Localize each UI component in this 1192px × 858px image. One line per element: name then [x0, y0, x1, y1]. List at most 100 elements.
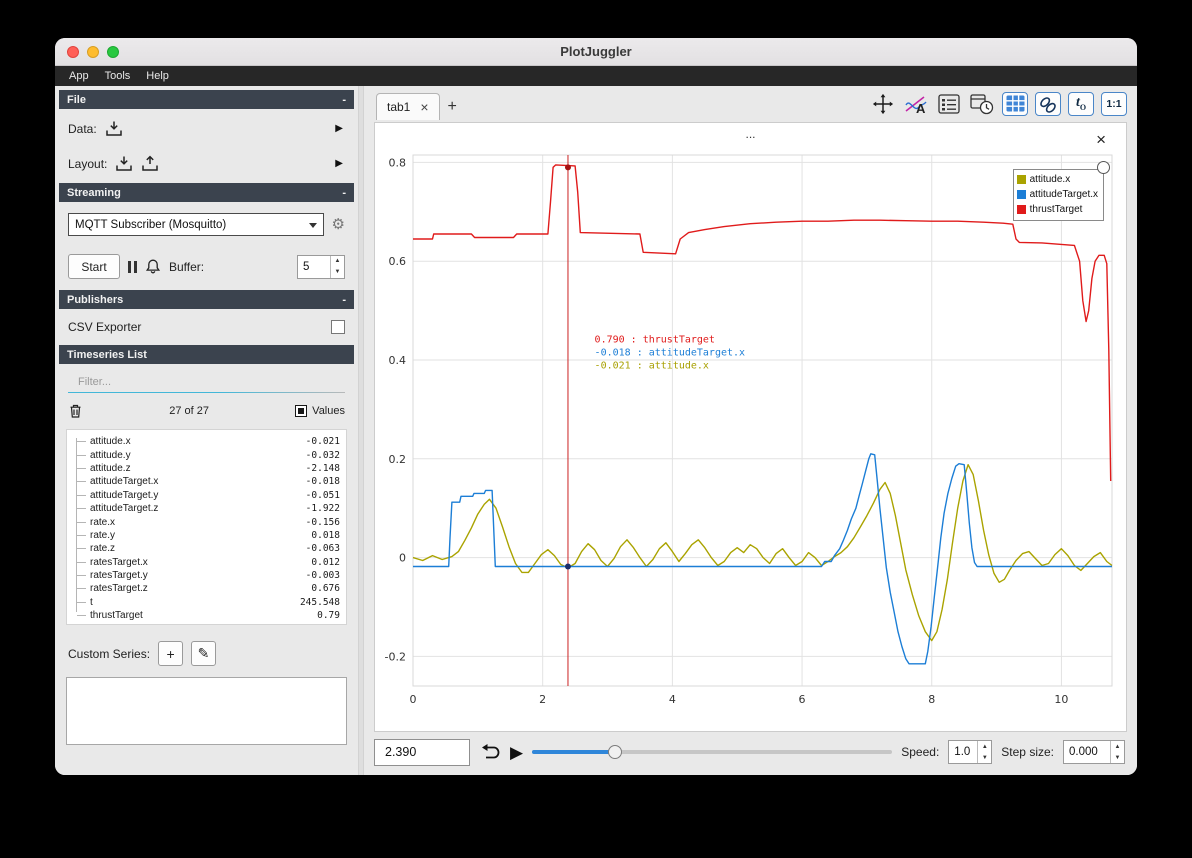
legend[interactable]: attitude.x attitudeTarget.x thrustTarget	[1012, 168, 1104, 221]
tree-branch-icon	[77, 615, 86, 617]
svg-text:-0.018 : attitudeTarget.x: -0.018 : attitudeTarget.x	[595, 347, 746, 358]
link-axes-icon[interactable]	[1035, 91, 1061, 116]
svg-text:6: 6	[799, 693, 806, 706]
datetime-icon[interactable]	[969, 92, 995, 116]
step-size-value: 0.000	[1069, 746, 1098, 759]
csv-exporter-label: CSV Exporter	[68, 320, 142, 334]
collapse-streaming-icon[interactable]: -	[342, 187, 346, 199]
csv-exporter-checkbox[interactable]	[331, 320, 345, 334]
plot-canvas[interactable]: 0 2 4 6 8 10 -0.2 0 0.2 0.4 0.6 0.8 0.790 : thrustT…	[375, 147, 1126, 731]
custom-series-label: Custom Series:	[68, 646, 151, 661]
start-button[interactable]: Start	[68, 254, 120, 279]
series-value: 0.676	[311, 583, 340, 595]
legend-entry[interactable]: attitudeTarget.x	[1016, 187, 1098, 202]
list-item[interactable]: attitudeTarget.x -0.018	[71, 475, 340, 488]
tab-tab1[interactable]: tab1 ×	[376, 92, 440, 120]
list-item[interactable]: t 245.548	[71, 596, 340, 609]
list-item[interactable]: attitude.x -0.021	[71, 435, 340, 448]
step-size-spinbox[interactable]: 0.000 ▲ ▼	[1063, 740, 1125, 765]
step-size-label: Step size:	[1001, 745, 1054, 760]
plot-close-icon[interactable]: ×	[1096, 131, 1106, 148]
slider-thumb[interactable]	[607, 745, 622, 760]
move-icon[interactable]	[870, 92, 896, 116]
maximize-window-button[interactable]	[107, 46, 119, 58]
series-name: attitude.y	[90, 449, 131, 461]
grid-layout-icon[interactable]	[1002, 91, 1028, 116]
list-item[interactable]: attitude.y -0.032	[71, 448, 340, 461]
current-time-field[interactable]: 2.390	[374, 738, 470, 766]
plot-toolbar: A tO 1:1	[870, 91, 1127, 120]
tree-branch-icon	[77, 441, 86, 443]
tab-close-icon[interactable]: ×	[420, 100, 428, 114]
time-slider[interactable]	[532, 742, 893, 762]
layout-menu-arrow-icon[interactable]: ▶	[335, 158, 343, 169]
series-name: thrustTarget	[90, 610, 143, 622]
menu-app[interactable]: App	[61, 66, 97, 86]
collapse-file-icon[interactable]: -	[342, 94, 346, 106]
add-custom-series-button[interactable]: +	[158, 641, 184, 666]
spin-down-icon[interactable]: ▼	[978, 752, 991, 763]
series-name: attitudeTarget.z	[90, 503, 159, 515]
svg-text:-0.021 : attitude.x: -0.021 : attitude.x	[595, 360, 709, 371]
list-item[interactable]: rate.x -0.156	[71, 515, 340, 528]
list-item[interactable]: attitudeTarget.y -0.051	[71, 489, 340, 502]
menu-help[interactable]: Help	[138, 66, 177, 86]
close-window-button[interactable]	[67, 46, 79, 58]
spin-down-icon[interactable]: ▼	[1111, 752, 1124, 763]
spin-up-icon[interactable]: ▲	[331, 256, 344, 267]
values-toggle[interactable]: Values	[295, 405, 345, 417]
section-header-streaming[interactable]: Streaming -	[59, 183, 354, 202]
minimize-window-button[interactable]	[87, 46, 99, 58]
collapse-publishers-icon[interactable]: -	[342, 294, 346, 306]
custom-series-list[interactable]	[66, 677, 347, 745]
data-menu-arrow-icon[interactable]: ▶	[335, 123, 343, 134]
list-item[interactable]: rate.z -0.063	[71, 542, 340, 555]
loop-icon[interactable]	[479, 743, 501, 762]
menu-tools[interactable]: Tools	[97, 66, 139, 86]
series-value: -0.032	[305, 449, 340, 461]
spin-up-icon[interactable]: ▲	[1111, 741, 1124, 752]
tree-branch-icon	[77, 588, 86, 590]
svg-text:0: 0	[399, 551, 406, 564]
tree-branch-icon	[77, 534, 86, 536]
curve-style-icon[interactable]: A	[903, 92, 929, 116]
ratio-1-1-icon[interactable]: 1:1	[1101, 91, 1127, 116]
tree-branch-icon	[77, 467, 86, 469]
add-tab-button[interactable]: +	[444, 98, 465, 120]
section-header-timeseries[interactable]: Timeseries List	[59, 345, 354, 364]
streaming-source-select[interactable]: MQTT Subscriber (Mosquitto)	[68, 213, 324, 236]
bell-icon[interactable]	[145, 258, 161, 275]
trash-icon[interactable]	[68, 403, 83, 419]
legend-icon[interactable]	[936, 92, 962, 116]
speed-spinbox[interactable]: 1.0 ▲ ▼	[948, 740, 993, 765]
edit-custom-series-button[interactable]: ✎	[191, 641, 217, 666]
load-data-icon[interactable]	[105, 120, 123, 137]
section-header-file[interactable]: File -	[59, 90, 354, 109]
list-item[interactable]: rate.y 0.018	[71, 529, 340, 542]
buffer-spinbox[interactable]: 5 ▲ ▼	[297, 254, 345, 279]
legend-swatch	[1016, 204, 1026, 214]
list-item[interactable]: attitude.z -2.148	[71, 462, 340, 475]
list-item[interactable]: attitudeTarget.z -1.922	[71, 502, 340, 515]
list-item[interactable]: ratesTarget.z 0.676	[71, 582, 340, 595]
pause-icon[interactable]	[128, 260, 137, 273]
spin-down-icon[interactable]: ▼	[331, 267, 344, 278]
save-layout-icon[interactable]	[141, 155, 159, 172]
time-offset-icon[interactable]: tO	[1068, 91, 1094, 116]
filter-input[interactable]	[68, 372, 345, 393]
plot-corner-handle[interactable]	[1097, 160, 1110, 174]
gear-icon[interactable]: ⚙	[332, 217, 345, 232]
legend-entry[interactable]: thrustTarget	[1016, 202, 1098, 217]
slider-fill	[532, 750, 615, 755]
legend-entry[interactable]: attitude.x	[1016, 172, 1098, 187]
spin-up-icon[interactable]: ▲	[978, 741, 991, 752]
tab-label: tab1	[387, 99, 411, 114]
plotjuggler-window: PlotJuggler App Tools Help File - Data: ▶ …	[55, 38, 1137, 775]
series-name: ratesTarget.y	[90, 570, 148, 582]
list-item[interactable]: ratesTarget.y -0.003	[71, 569, 340, 582]
load-layout-icon[interactable]	[115, 155, 133, 172]
list-item[interactable]: ratesTarget.x 0.012	[71, 556, 340, 569]
play-button[interactable]: ▶	[510, 744, 523, 761]
section-header-publishers[interactable]: Publishers -	[59, 290, 354, 309]
list-item[interactable]: thrustTarget 0.79	[71, 609, 340, 622]
